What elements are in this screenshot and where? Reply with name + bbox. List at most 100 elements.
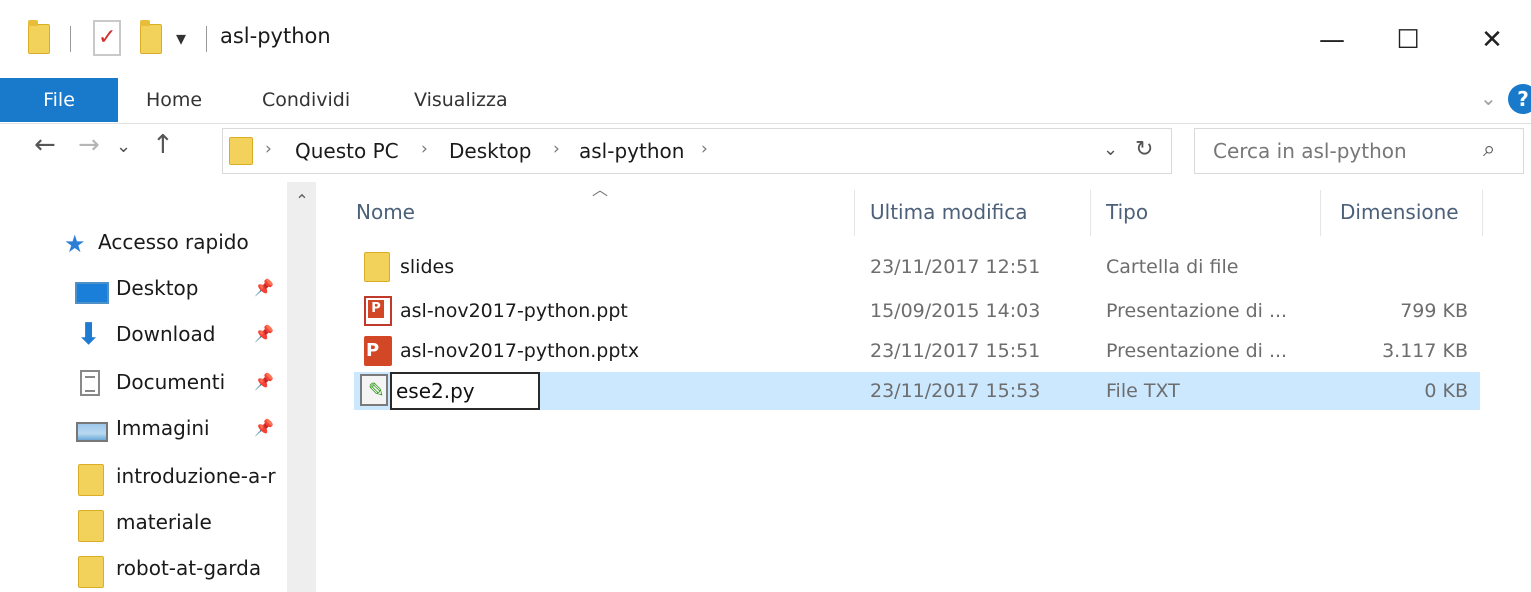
file-modified: 23/11/2017 15:53 bbox=[870, 380, 1041, 402]
breadcrumb-asl-python[interactable]: asl-python bbox=[579, 139, 684, 163]
breadcrumb-questo-pc[interactable]: Questo PC bbox=[295, 139, 399, 163]
toolbar-divider bbox=[206, 26, 207, 52]
pin-icon[interactable]: 📌 bbox=[254, 418, 274, 437]
folder-icon bbox=[78, 464, 104, 496]
column-header-modified[interactable]: Ultima modifica bbox=[870, 200, 1028, 224]
column-divider[interactable] bbox=[1090, 190, 1091, 236]
sidebar-item-download[interactable]: ⬇ Download 📌 bbox=[0, 312, 286, 358]
table-row[interactable]: asl-nov2017-python.pptx 23/11/2017 15:51… bbox=[354, 332, 1480, 370]
file-type: Presentazione di ... bbox=[1106, 340, 1288, 362]
file-name: slides bbox=[400, 256, 455, 278]
new-folder-icon[interactable] bbox=[140, 20, 162, 54]
column-divider[interactable] bbox=[1320, 190, 1321, 236]
ppt-icon bbox=[364, 296, 392, 326]
properties-icon[interactable] bbox=[93, 20, 121, 56]
window-title: asl-python bbox=[220, 24, 331, 48]
file-list: ︿ Nome Ultima modifica Tipo Dimensione s… bbox=[316, 176, 1531, 592]
folder-icon bbox=[78, 510, 104, 542]
sidebar-item-label: Immagini bbox=[116, 416, 210, 440]
column-header-size[interactable]: Dimensione bbox=[1340, 200, 1459, 224]
download-icon: ⬇ bbox=[76, 317, 102, 352]
close-button[interactable]: ✕ bbox=[1460, 14, 1524, 66]
sidebar-item-materiale[interactable]: materiale bbox=[0, 500, 286, 546]
rename-input[interactable] bbox=[390, 372, 540, 410]
pin-icon[interactable]: 📌 bbox=[254, 278, 274, 297]
sidebar-item-label: Desktop bbox=[116, 276, 199, 300]
address-bar[interactable]: › Questo PC › Desktop › asl-python › ⌄ ↻ bbox=[222, 128, 1172, 174]
breadcrumb-separator[interactable]: › bbox=[421, 139, 428, 159]
sidebar-scrollbar[interactable]: ⌃ bbox=[287, 182, 317, 592]
minimize-button[interactable]: — bbox=[1300, 14, 1364, 66]
recent-locations-button[interactable]: ⌄ bbox=[116, 136, 131, 157]
title-bar: ▾ asl-python — ☐ ✕ bbox=[0, 0, 1531, 78]
desktop-icon bbox=[75, 282, 109, 304]
file-type: File TXT bbox=[1106, 380, 1180, 402]
sidebar-item-robot-at-garda[interactable]: robot-at-garda bbox=[0, 546, 286, 592]
up-button[interactable]: ↑ bbox=[152, 130, 174, 160]
pin-icon[interactable]: 📌 bbox=[254, 372, 274, 391]
column-divider[interactable] bbox=[854, 190, 855, 236]
ribbon-expand-icon[interactable]: ⌄ bbox=[1480, 86, 1497, 110]
sidebar-item-label: Accesso rapido bbox=[98, 230, 249, 254]
file-size: 3.117 KB bbox=[1382, 340, 1468, 362]
file-name: asl-nov2017-python.pptx bbox=[400, 340, 640, 362]
search-input[interactable]: Cerca in asl-python bbox=[1213, 139, 1407, 163]
folder-icon bbox=[229, 137, 253, 165]
folder-icon bbox=[364, 252, 390, 282]
file-modified: 23/11/2017 15:51 bbox=[870, 340, 1041, 362]
maximize-button[interactable]: ☐ bbox=[1376, 14, 1440, 66]
sidebar-item-introduzione[interactable]: introduzione-a-r bbox=[0, 454, 286, 500]
pptx-icon bbox=[364, 336, 392, 366]
documents-icon bbox=[80, 370, 100, 396]
breadcrumb-separator[interactable]: › bbox=[553, 139, 560, 159]
breadcrumb-separator[interactable]: › bbox=[701, 139, 708, 159]
file-modified: 23/11/2017 12:51 bbox=[870, 256, 1041, 278]
column-header-type[interactable]: Tipo bbox=[1106, 200, 1148, 224]
sidebar-item-quick-access[interactable]: ★ Accesso rapido bbox=[0, 220, 286, 266]
navigation-pane: ★ Accesso rapido Desktop 📌 ⬇ Download 📌 … bbox=[0, 176, 316, 592]
file-size: 0 KB bbox=[1424, 380, 1468, 402]
table-row-selected[interactable]: 23/11/2017 15:53 File TXT 0 KB bbox=[354, 372, 1480, 410]
tab-condividi[interactable]: Condividi bbox=[262, 78, 350, 122]
toolbar-divider bbox=[70, 26, 71, 52]
tab-file[interactable]: File bbox=[0, 78, 118, 122]
sidebar-item-label: materiale bbox=[116, 510, 212, 534]
forward-button[interactable]: → bbox=[78, 130, 100, 160]
address-dropdown-icon[interactable]: ⌄ bbox=[1103, 139, 1118, 160]
sidebar-item-label: Download bbox=[116, 322, 216, 346]
text-file-icon bbox=[360, 374, 388, 406]
file-name: asl-nov2017-python.ppt bbox=[400, 300, 628, 322]
star-icon: ★ bbox=[64, 230, 86, 258]
help-icon[interactable]: ? bbox=[1508, 84, 1531, 114]
search-box[interactable]: Cerca in asl-python ⌕ bbox=[1194, 128, 1524, 174]
sort-ascending-icon: ︿ bbox=[592, 180, 609, 199]
scroll-up-icon[interactable]: ⌃ bbox=[287, 186, 317, 216]
pin-icon[interactable]: 📌 bbox=[254, 324, 274, 343]
sidebar-item-label: robot-at-garda bbox=[116, 556, 262, 580]
sidebar-item-label: introduzione-a-r bbox=[116, 464, 276, 488]
file-modified: 15/09/2015 14:03 bbox=[870, 300, 1041, 322]
folder-icon bbox=[78, 556, 104, 588]
file-type: Presentazione di ... bbox=[1106, 300, 1288, 322]
sidebar-item-documenti[interactable]: Documenti 📌 bbox=[0, 360, 286, 406]
file-type: Cartella di file bbox=[1106, 256, 1239, 278]
breadcrumb-desktop[interactable]: Desktop bbox=[449, 139, 531, 163]
breadcrumb-separator[interactable]: › bbox=[265, 139, 272, 159]
search-icon[interactable]: ⌕ bbox=[1483, 137, 1495, 162]
column-divider[interactable] bbox=[1482, 190, 1483, 236]
table-row[interactable]: asl-nov2017-python.ppt 15/09/2015 14:03 … bbox=[354, 292, 1480, 330]
quick-access-dropdown-icon[interactable]: ▾ bbox=[176, 26, 186, 50]
pictures-icon bbox=[76, 422, 108, 442]
sidebar-item-immagini[interactable]: Immagini 📌 bbox=[0, 406, 286, 452]
ribbon: File Home Condividi Visualizza ⌄ ? bbox=[0, 78, 1531, 124]
refresh-icon[interactable]: ↻ bbox=[1135, 137, 1153, 162]
tab-home[interactable]: Home bbox=[146, 78, 202, 122]
file-size: 799 KB bbox=[1400, 300, 1468, 322]
table-row[interactable]: slides 23/11/2017 12:51 Cartella di file bbox=[354, 248, 1480, 286]
sidebar-item-desktop[interactable]: Desktop 📌 bbox=[0, 266, 286, 312]
column-header-name[interactable]: Nome bbox=[356, 200, 415, 224]
back-button[interactable]: ← bbox=[34, 130, 56, 160]
tab-visualizza[interactable]: Visualizza bbox=[414, 78, 508, 122]
folder-icon[interactable] bbox=[28, 20, 50, 54]
navigation-bar: ← → ⌄ ↑ › Questo PC › Desktop › asl-pyth… bbox=[0, 124, 1531, 176]
